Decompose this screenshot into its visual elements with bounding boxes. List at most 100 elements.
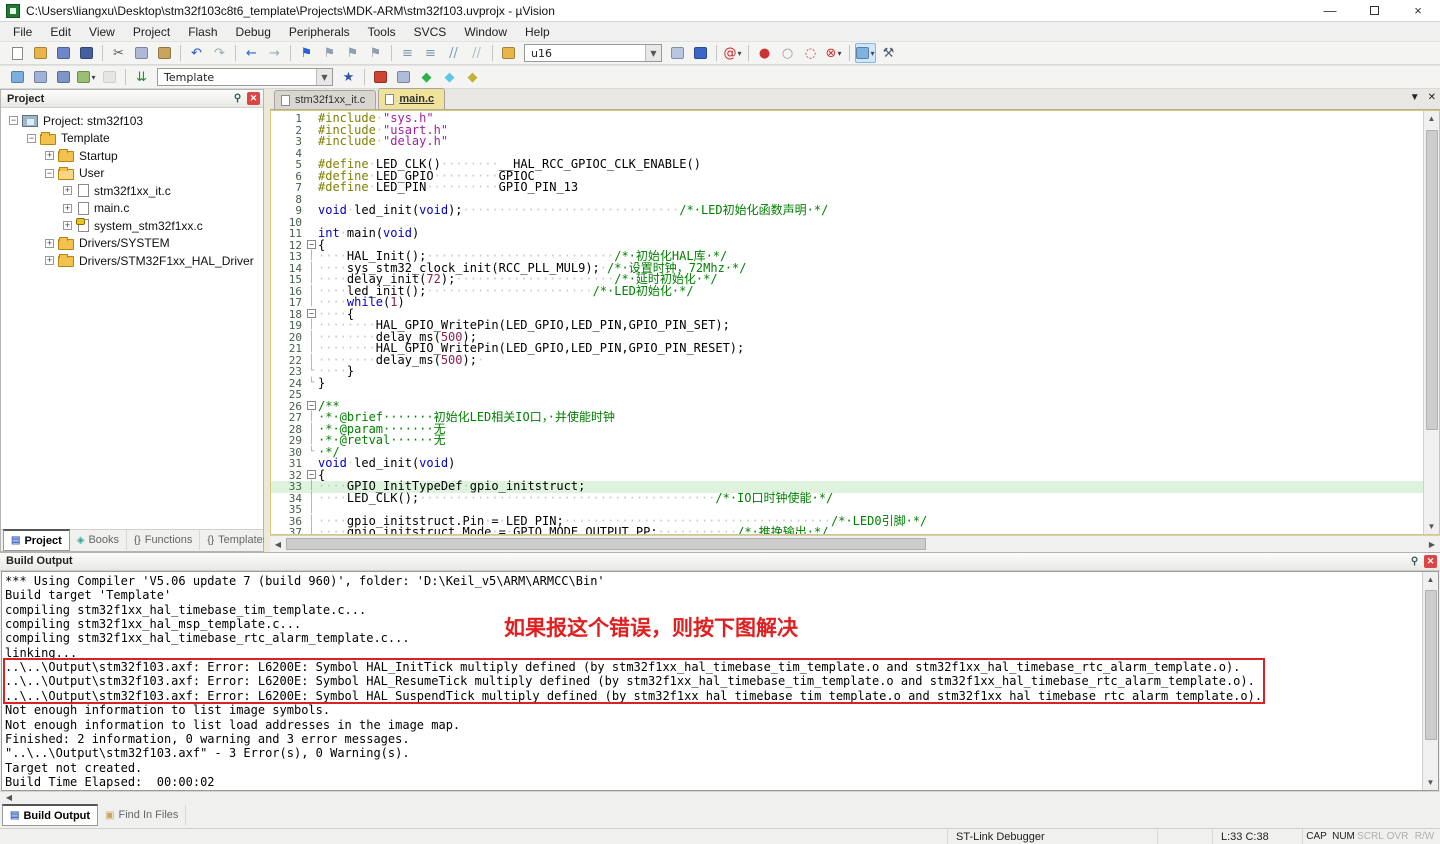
tree-item-project-stm32f103[interactable]: −Project: stm32f103 xyxy=(1,112,263,130)
build-horizontal-scrollbar[interactable]: ◀ xyxy=(0,791,1440,805)
nav-forward-icon[interactable]: → xyxy=(264,43,285,63)
outdent-icon[interactable]: ≡ xyxy=(420,43,441,63)
comment-icon[interactable]: // xyxy=(443,43,464,63)
panel-tab-project[interactable]: ▤Project xyxy=(3,529,70,551)
target-dropdown-icon[interactable]: ▼ xyxy=(316,69,332,85)
fold-marker-icon[interactable]: − xyxy=(305,470,318,482)
nav-back-icon[interactable]: ← xyxy=(241,43,262,63)
pin-icon[interactable]: ⚲ xyxy=(231,92,244,105)
bookmark-toggle-icon[interactable]: ⚑ xyxy=(296,43,317,63)
target-select[interactable]: Template ▼ xyxy=(157,68,333,86)
menu-tools[interactable]: Tools xyxy=(359,23,405,41)
window-layout-icon[interactable]: ▾ xyxy=(855,43,876,63)
maximize-button[interactable] xyxy=(1352,0,1396,22)
menu-edit[interactable]: Edit xyxy=(41,23,80,41)
build-output-log[interactable]: 如果报这个错误，则按下图解决 *** Using Compiler 'V5.06… xyxy=(2,572,1422,790)
tree-item-startup[interactable]: +Startup xyxy=(1,147,263,165)
translate-icon[interactable] xyxy=(7,67,28,87)
rebuild-icon[interactable] xyxy=(53,67,74,87)
bookmark-next-icon[interactable]: ⚑ xyxy=(342,43,363,63)
redo-icon[interactable]: ↷ xyxy=(209,43,230,63)
find-dialog-icon[interactable] xyxy=(667,43,688,63)
options-wizard-icon[interactable]: ★ xyxy=(338,67,359,87)
search-combo[interactable]: u16 ▼ xyxy=(524,44,662,62)
find-in-files-folder-icon[interactable] xyxy=(498,43,519,63)
panel-tab-functions[interactable]: {}Functions xyxy=(127,530,200,550)
menu-flash[interactable]: Flash xyxy=(179,23,226,41)
tree-item-user[interactable]: −User xyxy=(1,165,263,183)
debug-search-icon[interactable]: @▾ xyxy=(722,43,743,63)
build-vertical-scrollbar[interactable]: ▲ ▼ xyxy=(1422,572,1438,790)
bottom-tab-find-in-files[interactable]: ▣Find In Files xyxy=(98,805,186,825)
menu-file[interactable]: File xyxy=(4,23,41,41)
target-options-icon[interactable] xyxy=(370,67,391,87)
doc-tab-main-c[interactable]: main.c xyxy=(378,88,445,109)
breakpoint-insert-icon[interactable]: ● xyxy=(754,43,775,63)
build-icon[interactable] xyxy=(30,67,51,87)
tree-expander-icon[interactable]: + xyxy=(63,204,72,213)
project-panel-close-icon[interactable]: ✕ xyxy=(247,92,260,105)
menu-debug[interactable]: Debug xyxy=(227,23,280,41)
target-select-value[interactable]: Template xyxy=(158,71,316,84)
search-input[interactable]: u16 xyxy=(525,47,645,60)
fold-marker-icon[interactable]: − xyxy=(305,309,318,321)
menu-view[interactable]: View xyxy=(80,23,124,41)
scroll-thumb[interactable] xyxy=(1425,590,1437,740)
bookmark-clear-icon[interactable]: ⚑ xyxy=(365,43,386,63)
document-close-icon[interactable]: ✕ xyxy=(1428,92,1436,103)
editor-horizontal-scrollbar[interactable]: ◀ ▶ xyxy=(270,535,1440,552)
tree-expander-icon[interactable]: − xyxy=(45,169,54,178)
tree-item-drivers-stm32f1xx-hal-driver[interactable]: +Drivers/STM32F1xx_HAL_Driver xyxy=(1,252,263,270)
save-all-icon[interactable] xyxy=(76,43,97,63)
bookmark-prev-icon[interactable]: ⚑ xyxy=(319,43,340,63)
panel-tab-books[interactable]: ◈Books xyxy=(70,530,127,550)
scroll-left-icon[interactable]: ◀ xyxy=(2,793,16,802)
tree-expander-icon[interactable]: + xyxy=(63,221,72,230)
tree-item-main-c[interactable]: +main.c xyxy=(1,200,263,218)
breakpoint-disable-all-icon[interactable]: ◌ xyxy=(800,43,821,63)
stop-build-icon[interactable] xyxy=(99,67,120,87)
scroll-thumb-horizontal[interactable] xyxy=(286,538,926,550)
scroll-up-icon[interactable]: ▲ xyxy=(1427,572,1435,587)
tree-item-drivers-system[interactable]: +Drivers/SYSTEM xyxy=(1,235,263,253)
menu-svcs[interactable]: SVCS xyxy=(405,23,456,41)
new-file-icon[interactable] xyxy=(7,43,28,63)
scroll-thumb[interactable] xyxy=(1426,130,1438,430)
scroll-left-icon[interactable]: ◀ xyxy=(270,540,286,549)
scroll-right-icon[interactable]: ▶ xyxy=(1424,540,1440,549)
tree-expander-icon[interactable]: + xyxy=(45,151,54,160)
menu-help[interactable]: Help xyxy=(516,23,559,41)
tree-expander-icon[interactable]: − xyxy=(9,116,18,125)
pack-installer-icon[interactable]: ◆ xyxy=(416,67,437,87)
batch-build-icon[interactable]: ▾ xyxy=(76,67,97,87)
editor-vertical-scrollbar[interactable]: ▲ ▼ xyxy=(1423,111,1439,534)
close-button[interactable]: × xyxy=(1396,0,1440,22)
indent-icon[interactable]: ≡ xyxy=(397,43,418,63)
bottom-tab-build-output[interactable]: ▤Build Output xyxy=(2,804,98,826)
copy-icon[interactable] xyxy=(131,43,152,63)
tree-expander-icon[interactable]: + xyxy=(45,239,54,248)
breakpoint-kill-all-icon[interactable]: ⊗▾ xyxy=(823,43,844,63)
tree-expander-icon[interactable]: − xyxy=(27,134,36,143)
save-icon[interactable] xyxy=(53,43,74,63)
menu-window[interactable]: Window xyxy=(455,23,516,41)
minimize-button[interactable]: — xyxy=(1308,0,1352,22)
configure-icon[interactable]: ⚒ xyxy=(878,43,899,63)
open-file-icon[interactable] xyxy=(30,43,51,63)
tree-expander-icon[interactable]: + xyxy=(45,256,54,265)
code-editor[interactable]: 1#include·"sys.h"2#include·"usart.h"3#in… xyxy=(270,110,1440,535)
incremental-find-icon[interactable] xyxy=(690,43,711,63)
breakpoint-disable-icon[interactable]: ○ xyxy=(777,43,798,63)
fold-marker-icon[interactable]: − xyxy=(305,240,318,252)
tree-item-system-stm32f1xx-c[interactable]: +system_stm32f1xx.c xyxy=(1,217,263,235)
tree-item-stm32f1xx-it-c[interactable]: +stm32f1xx_it.c xyxy=(1,182,263,200)
pin-icon[interactable]: ⚲ xyxy=(1408,555,1421,568)
tree-item-template[interactable]: −Template xyxy=(1,130,263,148)
scroll-up-icon[interactable]: ▲ xyxy=(1428,111,1436,126)
search-dropdown-icon[interactable]: ▼ xyxy=(645,45,661,61)
paste-icon[interactable] xyxy=(154,43,175,63)
select-packs-icon[interactable]: ◆ xyxy=(439,67,460,87)
scroll-down-icon[interactable]: ▼ xyxy=(1427,775,1435,790)
doc-tab-stm32f1xx-it-c[interactable]: stm32f1xx_it.c xyxy=(274,90,376,109)
menu-project[interactable]: Project xyxy=(124,23,179,41)
